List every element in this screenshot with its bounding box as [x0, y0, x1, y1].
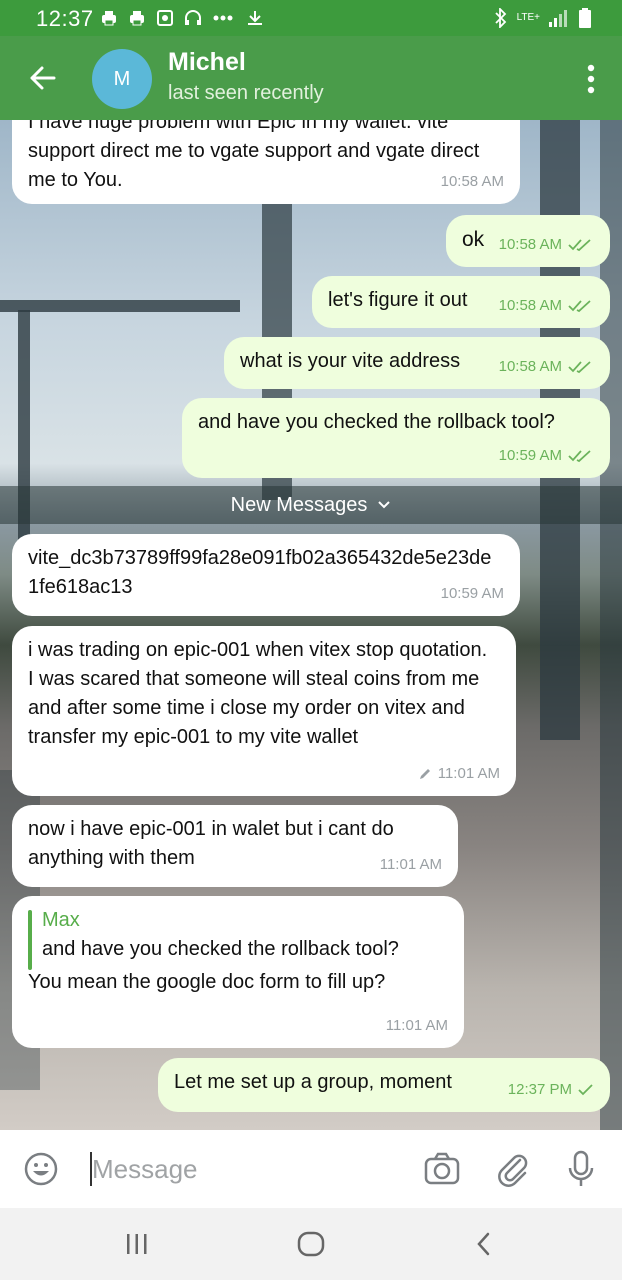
message-outgoing[interactable]: and have you checked the rollback tool? …: [182, 398, 610, 478]
double-check-icon: [568, 449, 591, 462]
chat-header: M Michel last seen recently: [0, 36, 622, 120]
contact-name[interactable]: Michel: [168, 48, 246, 77]
contact-last-seen: last seen recently: [168, 82, 324, 104]
camera-icon[interactable]: [424, 1152, 460, 1186]
message-time: 10:58 AM: [499, 352, 594, 381]
message-composer: [0, 1130, 622, 1208]
message-time: 11:01 AM: [418, 759, 500, 788]
message-outgoing[interactable]: ok 10:58 AM: [446, 215, 610, 267]
reply-author: Max: [42, 909, 80, 931]
notification-headset-icon: [185, 10, 201, 25]
message-outgoing[interactable]: Let me set up a group, moment 12:37 PM: [158, 1058, 610, 1112]
message-time: 11:01 AM: [385, 1017, 448, 1034]
wallpaper-frame: [600, 120, 622, 1130]
double-check-icon: [568, 360, 591, 373]
recent-apps-icon[interactable]: [124, 1228, 150, 1260]
status-time: 12:37: [36, 6, 94, 31]
message-text: and have you checked the rollback tool?: [198, 411, 555, 433]
reply-quoted-text: and have you checked the rollback tool?: [42, 938, 399, 960]
chat-area[interactable]: I have huge problem with Epic in my wall…: [0, 120, 622, 1130]
message-time: 10:58 AM: [499, 291, 594, 320]
new-messages-label: New Messages: [230, 493, 368, 516]
system-navigation-bar: [0, 1208, 622, 1280]
avatar-initial: M: [113, 67, 131, 90]
message-incoming-reply[interactable]: Max and have you checked the rollback to…: [12, 896, 464, 1048]
chevron-down-icon: [378, 501, 391, 509]
text-cursor: [90, 1152, 92, 1186]
bluetooth-icon: [494, 8, 506, 28]
message-outgoing[interactable]: let's figure it out 10:58 AM: [312, 276, 610, 328]
single-check-icon: [578, 1083, 593, 1095]
battery-icon: [579, 8, 591, 28]
notification-printer-icon: [102, 11, 116, 26]
notification-gallery-icon: [157, 10, 173, 26]
message-time: 10:59 AM: [499, 441, 594, 470]
message-text: I have huge problem with Epic in my wall…: [28, 120, 480, 191]
message-time: 10:58 AM: [499, 230, 594, 259]
message-input[interactable]: [90, 1148, 390, 1190]
back-arrow-icon[interactable]: [24, 60, 60, 96]
more-options-icon[interactable]: [586, 64, 596, 94]
home-icon[interactable]: [296, 1228, 326, 1260]
message-time: 10:59 AM: [440, 585, 504, 602]
back-nav-icon[interactable]: [472, 1228, 496, 1260]
message-text: You mean the google doc form to fill up?: [28, 971, 386, 993]
message-incoming[interactable]: now i have epic-001 in walet but i cant …: [12, 805, 458, 887]
message-time: 11:01 AM: [379, 856, 442, 873]
message-incoming[interactable]: i was trading on epic-001 when vitex sto…: [12, 626, 516, 796]
message-incoming[interactable]: I have huge problem with Epic in my wall…: [12, 120, 520, 204]
message-outgoing[interactable]: what is your vite address 10:58 AM: [224, 337, 610, 389]
message-text: vite_dc3b73789ff99fa28e091fb02a365432de5…: [28, 547, 492, 598]
status-bar: 12:37 LTE+: [0, 0, 622, 36]
signal-icon: [549, 10, 567, 27]
double-check-icon: [568, 238, 591, 251]
notification-more-icon: [213, 15, 233, 21]
wallpaper-railing: [0, 300, 240, 312]
network-type-label: LTE+: [516, 12, 540, 23]
reply-quote-bar: [28, 910, 32, 970]
microphone-icon[interactable]: [566, 1150, 596, 1188]
contact-avatar[interactable]: M: [92, 49, 152, 109]
status-right-icons: LTE+: [493, 6, 592, 30]
attach-paperclip-icon[interactable]: [496, 1150, 530, 1188]
wallpaper-railing: [18, 310, 30, 570]
message-time: 10:58 AM: [440, 173, 504, 190]
download-icon: [248, 11, 262, 25]
message-incoming[interactable]: vite_dc3b73789ff99fa28e091fb02a365432de5…: [12, 534, 520, 616]
message-text: i was trading on epic-001 when vitex sto…: [28, 639, 488, 748]
message-time: 12:37 PM: [508, 1075, 594, 1104]
edited-pencil-icon: [419, 768, 430, 779]
double-check-icon: [568, 299, 591, 312]
notification-printer-icon: [130, 11, 144, 26]
emoji-icon[interactable]: [24, 1152, 58, 1186]
reply-quote[interactable]: Max and have you checked the rollback to…: [28, 906, 448, 964]
new-messages-divider[interactable]: New Messages: [0, 486, 622, 524]
